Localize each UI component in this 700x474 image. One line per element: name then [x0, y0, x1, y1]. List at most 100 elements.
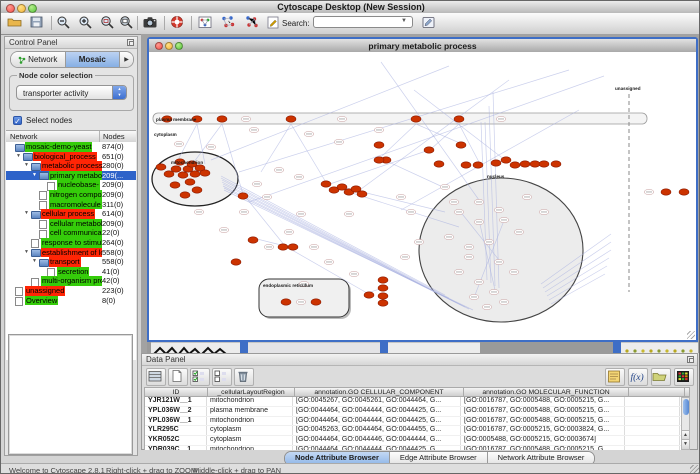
table-cell[interactable]: mitochondrion — [207, 446, 293, 450]
column-layout-icon[interactable] — [146, 368, 166, 386]
network-view-window[interactable]: primary metabolic process plasma membran… — [147, 37, 698, 342]
selected-gene-node[interactable] — [248, 237, 258, 243]
table-cell[interactable]: mitochondrion — [207, 417, 293, 426]
table-cell[interactable]: YKR052C — [145, 436, 207, 445]
selected-gene-node[interactable] — [286, 116, 296, 122]
selected-gene-node[interactable] — [238, 193, 248, 199]
column-header[interactable]: annotation.GO MOLECULAR_FUNCTION — [464, 388, 629, 396]
table-cell[interactable] — [625, 426, 680, 435]
edge[interactable] — [249, 76, 604, 202]
edge[interactable] — [416, 124, 462, 144]
tree-column-nodes[interactable]: Nodes — [103, 131, 125, 142]
selected-gene-node[interactable] — [434, 161, 444, 167]
network-graph[interactable]: plasma membrane cytoplasm mitochondrion … — [149, 52, 696, 340]
edge[interactable] — [431, 124, 459, 149]
expand-collapse-icon[interactable]: ▼ — [16, 152, 21, 162]
tab-network[interactable]: Network — [11, 52, 66, 67]
save-session-icon[interactable] — [29, 15, 46, 31]
tree-column-network[interactable]: Network — [10, 131, 38, 142]
selected-gene-node[interactable] — [461, 162, 471, 168]
table-cell[interactable]: YPL036W__1 — [145, 417, 207, 426]
background-window-fragment[interactable] — [621, 342, 698, 353]
select-nodes-checkbox[interactable]: ✓ — [13, 116, 22, 125]
configure-search-icon[interactable] — [421, 15, 438, 31]
tree-row[interactable]: ▼metabolic process280(0) — [6, 161, 136, 171]
annotation-icon[interactable] — [265, 15, 282, 31]
selected-gene-node[interactable] — [288, 244, 298, 250]
tree-row[interactable]: ▼cellular process614(0) — [6, 209, 136, 219]
column-header[interactable]: annotation.GO CELLULAR_COMPONENT — [295, 388, 464, 396]
selected-gene-node[interactable] — [171, 166, 181, 172]
table-cell[interactable]: YJR121W__1 — [145, 397, 207, 406]
zoom-to-fit-icon[interactable] — [119, 15, 136, 31]
background-window-edge[interactable] — [380, 342, 388, 353]
column-header[interactable]: ID — [145, 388, 208, 396]
selected-gene-node[interactable] — [551, 161, 561, 167]
table-row[interactable]: YLR295Ccytoplasm[GO:0045263, GO:0044464,… — [145, 426, 682, 436]
selected-gene-node[interactable] — [661, 189, 671, 195]
table-cell[interactable]: [GO:0044464, GO:0044444, GO:0044425, G..… — [293, 446, 461, 450]
selected-gene-node[interactable] — [180, 192, 190, 198]
tree-row[interactable]: ▼transport558(0) — [6, 257, 136, 267]
tree-row[interactable]: macromolecule311(0) — [6, 200, 136, 210]
expand-collapse-icon[interactable]: ▼ — [32, 257, 37, 267]
selected-gene-node[interactable] — [530, 161, 540, 167]
birds-eye-view-panel[interactable] — [8, 334, 133, 455]
scroll-down-icon[interactable]: ▼ — [682, 439, 689, 449]
take-snapshot-icon[interactable] — [142, 15, 159, 31]
background-window-fragment[interactable] — [248, 342, 380, 353]
selected-gene-node[interactable] — [357, 191, 367, 197]
table-cell[interactable]: [GO:0045267, GO:0045261, GO:0044464, G..… — [293, 397, 461, 406]
expand-collapse-icon[interactable]: ▼ — [24, 209, 29, 219]
more-tabs-button[interactable]: ▶ — [120, 52, 133, 67]
selected-gene-node[interactable] — [164, 171, 174, 177]
tab-mosaic[interactable]: Mosaic — [66, 52, 121, 67]
search-input[interactable] — [313, 16, 413, 28]
table-cell[interactable] — [625, 446, 680, 450]
tree-row[interactable]: ▼establishment of lo558(0) — [6, 248, 136, 258]
table-cell[interactable]: mitochondrion — [207, 397, 293, 406]
expand-collapse-icon[interactable]: ▼ — [32, 171, 37, 181]
selected-gene-node[interactable] — [337, 184, 347, 190]
zoom-in-icon[interactable] — [78, 15, 95, 31]
selected-gene-node[interactable] — [520, 161, 530, 167]
table-cell[interactable]: plasma membrane — [207, 407, 293, 416]
selected-gene-node[interactable] — [364, 292, 374, 298]
selected-gene-node[interactable] — [424, 147, 434, 153]
table-row[interactable]: YDR039C__1mitochondrion[GO:0044464, GO:0… — [145, 446, 682, 450]
expand-collapse-icon[interactable]: ▼ — [24, 161, 29, 171]
selected-gene-node[interactable] — [311, 299, 321, 305]
selected-gene-node[interactable] — [192, 187, 202, 193]
column-header[interactable] — [629, 388, 685, 396]
heatmap-icon[interactable] — [674, 368, 694, 386]
unselect-attributes-icon[interactable] — [212, 368, 232, 386]
edge[interactable] — [261, 124, 291, 172]
table-cell[interactable]: [GO:0016787, GO:0005488, GO:0005215, G..… — [461, 446, 625, 450]
table-cell[interactable]: [GO:0005488, GO:0005215, GO:0003674] — [461, 436, 625, 445]
table-cell[interactable]: [GO:0044464, GO:0044444, GO:0044425, G..… — [293, 407, 461, 416]
table-scrollbar[interactable]: ▲ ▼ — [681, 397, 690, 450]
selected-gene-node[interactable] — [378, 277, 388, 283]
background-window-fragment[interactable] — [151, 342, 240, 353]
selected-gene-node[interactable] — [501, 157, 511, 163]
selected-gene-node[interactable] — [185, 179, 195, 185]
network-window-titlebar[interactable]: primary metabolic process — [149, 39, 696, 53]
show-all-nodes-icon[interactable] — [244, 15, 261, 31]
select-attributes-icon[interactable] — [190, 368, 210, 386]
selected-gene-node[interactable] — [374, 157, 384, 163]
tree-row[interactable]: multi-organism pro42(0) — [6, 276, 136, 286]
tree-row[interactable]: nucleobase-209(0) — [6, 180, 136, 190]
selected-gene-node[interactable] — [510, 162, 520, 168]
edge[interactable] — [381, 62, 479, 200]
table-row[interactable]: YPL036W__1mitochondrion[GO:0044464, GO:0… — [145, 417, 682, 427]
table-cell[interactable]: [GO:0016787, GO:0005215, GO:0003824, G..… — [461, 426, 625, 435]
background-window-edge[interactable] — [613, 342, 621, 353]
tree-row[interactable]: cellular metabol209(0) — [6, 219, 136, 229]
selected-gene-node[interactable] — [473, 162, 483, 168]
tree-row[interactable]: ▼biological_process651(0) — [6, 152, 136, 162]
table-cell[interactable]: cytoplasm — [207, 426, 293, 435]
modify-network-icon[interactable] — [197, 15, 214, 31]
delete-attribute-icon[interactable] — [234, 368, 254, 386]
selected-gene-node[interactable] — [539, 161, 549, 167]
import-attributes-icon[interactable] — [651, 368, 671, 386]
